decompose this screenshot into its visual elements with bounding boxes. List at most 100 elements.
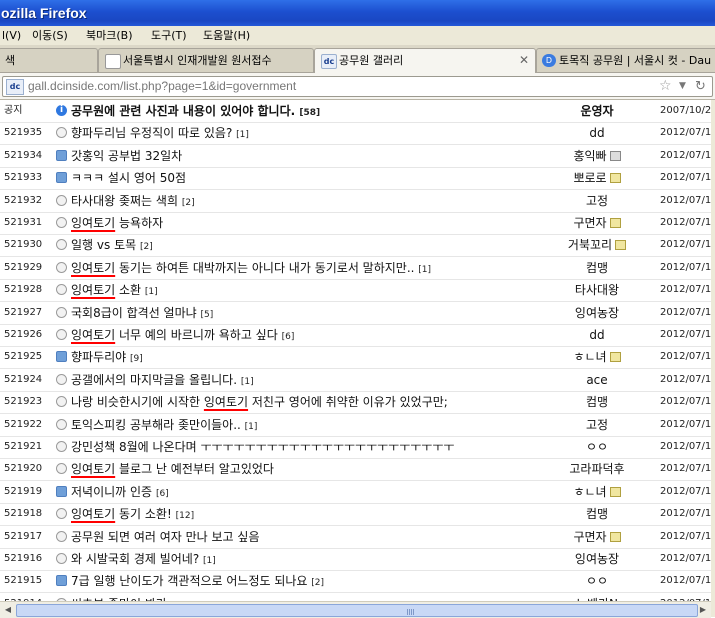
post-subject-link[interactable]: 잉여토기 능욕하자: [71, 212, 163, 234]
post-subject-link[interactable]: 향파두리님 우정직이 따로 있음? [1]: [71, 122, 249, 146]
post-author[interactable]: 고정: [527, 190, 667, 212]
post-author[interactable]: 컴맹: [527, 503, 667, 525]
tab-4[interactable]: D 토목직 공무원 | 서울시 컷 - Dau: [536, 48, 715, 72]
post-author[interactable]: 타사대왕: [527, 279, 667, 301]
menu-bookmarks[interactable]: 북마크(B): [86, 26, 133, 45]
post-author[interactable]: 잉여농장: [527, 548, 667, 570]
post-subject-link[interactable]: 씨츠부 좋마이 봐라 [10]: [71, 593, 189, 601]
table-row[interactable]: 5219157급 일행 난이도가 객관적으로 어느정도 되나요 [2]ㅇㅇ201…: [0, 570, 711, 593]
table-row[interactable]: 521914씨츠부 좋마이 봐라 [10]노벤가N2012/07/12: [0, 593, 711, 601]
table-row[interactable]: 521933ㅋㅋㅋ 설시 영어 50점뽀로로2012/07/12: [0, 167, 711, 190]
post-subject-link[interactable]: 일행 vs 토목 [2]: [71, 234, 153, 258]
table-row[interactable]: 521923나랑 비슷한시기에 시작한 잉여토기 저친구 영어에 취약한 이유가…: [0, 391, 711, 414]
vertical-scrollbar[interactable]: [711, 100, 715, 617]
post-subject-link[interactable]: 향파두리야 [9]: [71, 346, 143, 370]
comment-count[interactable]: [5]: [201, 310, 214, 320]
tab-2[interactable]: 서울특별시 인재개발원 원서접수: [98, 48, 314, 72]
tab-1[interactable]: 색: [0, 48, 98, 72]
comment-count[interactable]: [1]: [245, 422, 258, 432]
post-author[interactable]: ㅎㄴ녀: [527, 346, 667, 368]
post-author[interactable]: 고정: [527, 414, 667, 436]
reload-icon[interactable]: ↻: [695, 77, 706, 96]
table-row[interactable]: 521921강민성책 8월에 나온다며 ㅜㅜㅜㅜㅜㅜㅜㅜㅜㅜㅜㅜㅜㅜㅜㅜㅜㅜㅜㅜ…: [0, 436, 711, 459]
url-text[interactable]: gall.dcinside.com/list.php?page=1&id=gov…: [28, 77, 296, 96]
post-subject-link[interactable]: 나랑 비슷한시기에 시작한 잉여토기 저친구 영어에 취약한 이유가 있었구만;: [71, 391, 448, 413]
post-subject-link[interactable]: 잉여토기 동기는 하여튼 대박까지는 아니다 내가 동기로서 말하지만.. [1…: [71, 257, 431, 281]
post-author[interactable]: 구면자: [527, 212, 667, 234]
comment-count[interactable]: [2]: [140, 242, 153, 252]
table-row[interactable]: 521925향파두리야 [9]ㅎㄴ녀2012/07/12: [0, 346, 711, 369]
menu-go[interactable]: 이동(S): [32, 26, 68, 45]
menu-tools[interactable]: 도구(T): [151, 26, 187, 45]
post-subject-link[interactable]: ㅋㅋㅋ 설시 영어 50점: [71, 167, 186, 189]
post-subject-link[interactable]: 잉여토기 동기 소환! [12]: [71, 503, 194, 527]
menu-help[interactable]: 도움말(H): [203, 26, 250, 45]
notice-row[interactable]: 공지i공무원에 관련 사진과 내용이 있어야 합니다. [58]운영자2007/…: [0, 100, 711, 123]
post-author[interactable]: 고라파덕후: [527, 458, 667, 480]
comment-count[interactable]: [1]: [418, 265, 431, 275]
bookmark-star-icon[interactable]: ☆: [659, 78, 672, 95]
table-row[interactable]: 521931잉여토기 능욕하자구면자2012/07/12: [0, 212, 711, 235]
post-subject-link[interactable]: 강민성책 8월에 나온다며 ㅜㅜㅜㅜㅜㅜㅜㅜㅜㅜㅜㅜㅜㅜㅜㅜㅜㅜㅜㅜㅜㅜㅜ: [71, 436, 454, 458]
post-author[interactable]: 컴맹: [527, 257, 667, 279]
horizontal-scrollbar[interactable]: ◀ ▶: [0, 601, 711, 618]
url-bar[interactable]: dc gall.dcinside.com/list.php?page=1&id=…: [2, 76, 713, 97]
table-row[interactable]: 521935향파두리님 우정직이 따로 있음? [1]dd2012/07/12: [0, 122, 711, 145]
post-author[interactable]: 잉여농장: [527, 302, 667, 324]
comment-count[interactable]: [9]: [130, 354, 143, 364]
table-row[interactable]: 521917공무원 되면 여러 여자 만나 보고 싶음구면자2012/07/12: [0, 526, 711, 549]
post-author[interactable]: 운영자: [527, 100, 667, 122]
menu-view[interactable]: l(V): [2, 26, 21, 45]
post-author[interactable]: 뽀로로: [527, 167, 667, 189]
post-subject-link[interactable]: 잉여토기 소환 [1]: [71, 279, 158, 303]
comment-count[interactable]: [12]: [176, 511, 194, 521]
table-row[interactable]: 521926잉여토기 너무 예의 바르니까 욕하고 싶다 [6]dd2012/0…: [0, 324, 711, 347]
post-subject-link[interactable]: 잉여토기 블로그 난 예전부터 알고있었다: [71, 458, 274, 480]
comment-count[interactable]: [2]: [182, 198, 195, 208]
post-subject-link[interactable]: 토익스피킹 공부해라 좆만이들아.. [1]: [71, 414, 257, 438]
post-subject-link[interactable]: 갓홍익 공부법 32일차: [71, 145, 182, 167]
comment-count[interactable]: [58]: [299, 108, 320, 118]
post-author[interactable]: ace: [527, 369, 667, 391]
post-subject-link[interactable]: 국회8급이 합격선 얼마냐 [5]: [71, 302, 213, 326]
comment-count[interactable]: [6]: [156, 489, 169, 499]
post-author[interactable]: 노벤가N: [527, 593, 667, 601]
post-subject-link[interactable]: 타사대왕 좆쩌는 색희 [2]: [71, 190, 195, 214]
comment-count[interactable]: [1]: [145, 287, 158, 297]
table-row[interactable]: 521930일행 vs 토목 [2]거북꼬리2012/07/12: [0, 234, 711, 257]
scroll-right-icon[interactable]: ▶: [696, 604, 710, 616]
comment-count[interactable]: [6]: [282, 332, 295, 342]
scroll-left-icon[interactable]: ◀: [1, 604, 15, 616]
table-row[interactable]: 521932타사대왕 좆쩌는 색희 [2]고정2012/07/12: [0, 190, 711, 213]
table-row[interactable]: 521920잉여토기 블로그 난 예전부터 알고있었다고라파덕후2012/07/…: [0, 458, 711, 481]
table-row[interactable]: 521924공갤에서의 마지막글을 올립니다. [1]ace2012/07/12: [0, 369, 711, 392]
table-row[interactable]: 521918잉여토기 동기 소환! [12]컴맹2012/07/12: [0, 503, 711, 526]
table-row[interactable]: 521934갓홍익 공부법 32일차홍익빠2012/07/12: [0, 145, 711, 168]
post-subject-link[interactable]: 7급 일행 난이도가 객관적으로 어느정도 되나요 [2]: [71, 570, 324, 594]
post-author[interactable]: 홍익빠: [527, 145, 667, 167]
post-author[interactable]: dd: [527, 324, 667, 346]
site-identity-icon[interactable]: dc: [6, 79, 24, 95]
scrollbar-thumb[interactable]: [16, 604, 698, 617]
close-icon[interactable]: ✕: [519, 49, 529, 72]
post-subject-link[interactable]: 공갤에서의 마지막글을 올립니다. [1]: [71, 369, 254, 393]
table-row[interactable]: 521929잉여토기 동기는 하여튼 대박까지는 아니다 내가 동기로서 말하지…: [0, 257, 711, 280]
comment-count[interactable]: [1]: [241, 377, 254, 387]
post-author[interactable]: 컴맹: [527, 391, 667, 413]
post-author[interactable]: ㅇㅇ: [527, 570, 667, 592]
comment-count[interactable]: [1]: [203, 556, 216, 566]
post-author[interactable]: 구면자: [527, 526, 667, 548]
post-subject-link[interactable]: 저녁이니까 인증 [6]: [71, 481, 169, 505]
post-author[interactable]: ㅇㅇ: [527, 436, 667, 458]
table-row[interactable]: 521919저녁이니까 인증 [6]ㅎㄴ녀2012/07/12: [0, 481, 711, 504]
table-row[interactable]: 521927국회8급이 합격선 얼마냐 [5]잉여농장2012/07/12: [0, 302, 711, 325]
post-author[interactable]: ㅎㄴ녀: [527, 481, 667, 503]
table-row[interactable]: 521922토익스피킹 공부해라 좆만이들아.. [1]고정2012/07/12: [0, 414, 711, 437]
post-subject-link[interactable]: 공무원 되면 여러 여자 만나 보고 싶음: [71, 526, 260, 548]
post-subject-link[interactable]: 잉여토기 너무 예의 바르니까 욕하고 싶다 [6]: [71, 324, 294, 348]
dropdown-arrow-icon[interactable]: ▼: [679, 79, 686, 94]
post-author[interactable]: 거북꼬리: [527, 234, 667, 256]
post-subject-link[interactable]: 공무원에 관련 사진과 내용이 있어야 합니다. [58]: [71, 100, 320, 124]
table-row[interactable]: 521928잉여토기 소환 [1]타사대왕2012/07/12: [0, 279, 711, 302]
comment-count[interactable]: [1]: [236, 130, 249, 140]
